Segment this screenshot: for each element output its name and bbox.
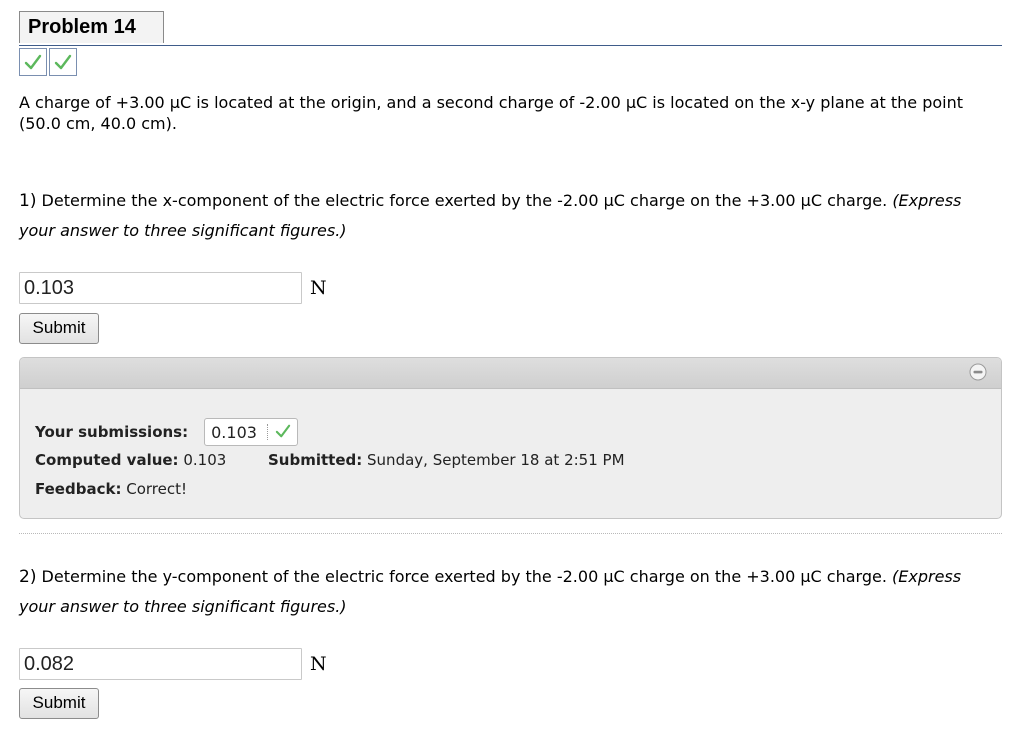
problem-page: Problem 14 A charge of +3.00 μC is locat… (0, 0, 1024, 729)
question-text: Determine the y-component of the electri… (41, 567, 887, 586)
computed-value: 0.103 (183, 451, 227, 469)
problem-statement: A charge of +3.00 μC is located at the o… (19, 93, 964, 133)
panel-titlebar (20, 358, 1001, 389)
question-number: 2) (19, 567, 37, 587)
submission-entry: 0.103 (204, 418, 298, 446)
question-text: Determine the x-component of the electri… (41, 191, 888, 210)
question-2: 2) Determine the y-component of the elec… (19, 562, 989, 621)
correct-check-icon (275, 423, 291, 442)
problem-title: Problem 14 (19, 11, 164, 43)
feedback-label: Feedback: (35, 480, 122, 498)
unit-label: N (310, 653, 327, 675)
answer-input-2[interactable]: 0.082 (19, 648, 302, 680)
correct-check-icon (19, 48, 47, 76)
question-1: 1) Determine the x-component of the elec… (19, 186, 989, 245)
divider (19, 533, 1002, 534)
computed-label: Computed value: (35, 451, 179, 469)
correct-check-icon (49, 48, 77, 76)
submit-button-1[interactable]: Submit (19, 313, 99, 344)
submit-button-2[interactable]: Submit (19, 688, 99, 719)
status-checks (19, 48, 79, 76)
problem-header: Problem 14 (19, 11, 1002, 46)
feedback-value: Correct! (126, 480, 187, 498)
unit-label: N (310, 277, 327, 299)
collapse-icon[interactable] (969, 363, 987, 381)
question-number: 1) (19, 191, 37, 211)
submitted-timestamp: Sunday, September 18 at 2:51 PM (367, 451, 625, 469)
answer-input-1[interactable]: 0.103 (19, 272, 302, 304)
submission-result-panel: Your submissions: 0.103 Computed value: … (19, 357, 1002, 519)
submissions-label: Your submissions: (35, 423, 189, 441)
submitted-label: Submitted: (268, 451, 363, 469)
submission-value: 0.103 (211, 422, 257, 442)
